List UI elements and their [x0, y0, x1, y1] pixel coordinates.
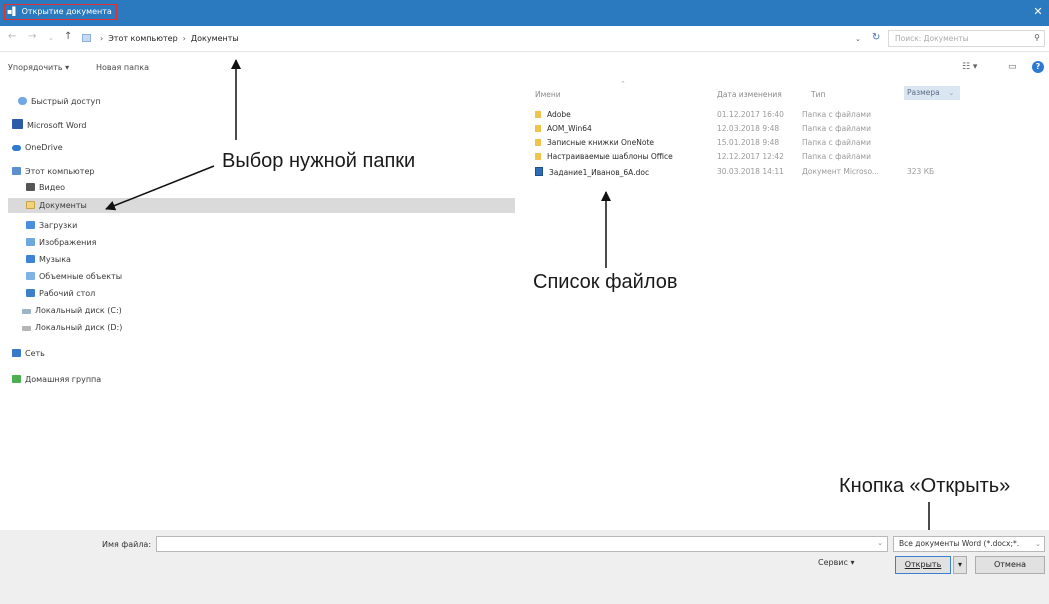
filter-dropdown-icon: ⌄	[1033, 537, 1041, 551]
arrow-to-documents	[105, 165, 215, 211]
service-button[interactable]: Сервис ▾	[818, 558, 854, 567]
filename-dropdown-icon[interactable]: ⌄	[877, 539, 883, 547]
cancel-button[interactable]: Отмена	[975, 556, 1045, 574]
annotation-file-list: Список файлов	[533, 271, 678, 293]
annotation-folder-choice: Выбор нужной папки	[222, 150, 416, 172]
annotation-open-button: Кнопка «Открыть»	[839, 475, 1011, 497]
annotation-arrows	[105, 59, 934, 601]
open-options-dropdown-icon[interactable]: ▾	[953, 556, 967, 574]
file-type-filter[interactable]: Все документы Word (*.docx;*. ⌄	[893, 536, 1045, 552]
filename-input[interactable]	[157, 537, 872, 551]
filename-field[interactable]: ⌄	[156, 536, 888, 552]
open-button[interactable]: Открыть	[895, 556, 951, 574]
filename-label: Имя файла:	[102, 540, 152, 549]
bottom-bar: Имя файла: ⌄ Все документы Word (*.docx;…	[0, 530, 1049, 604]
